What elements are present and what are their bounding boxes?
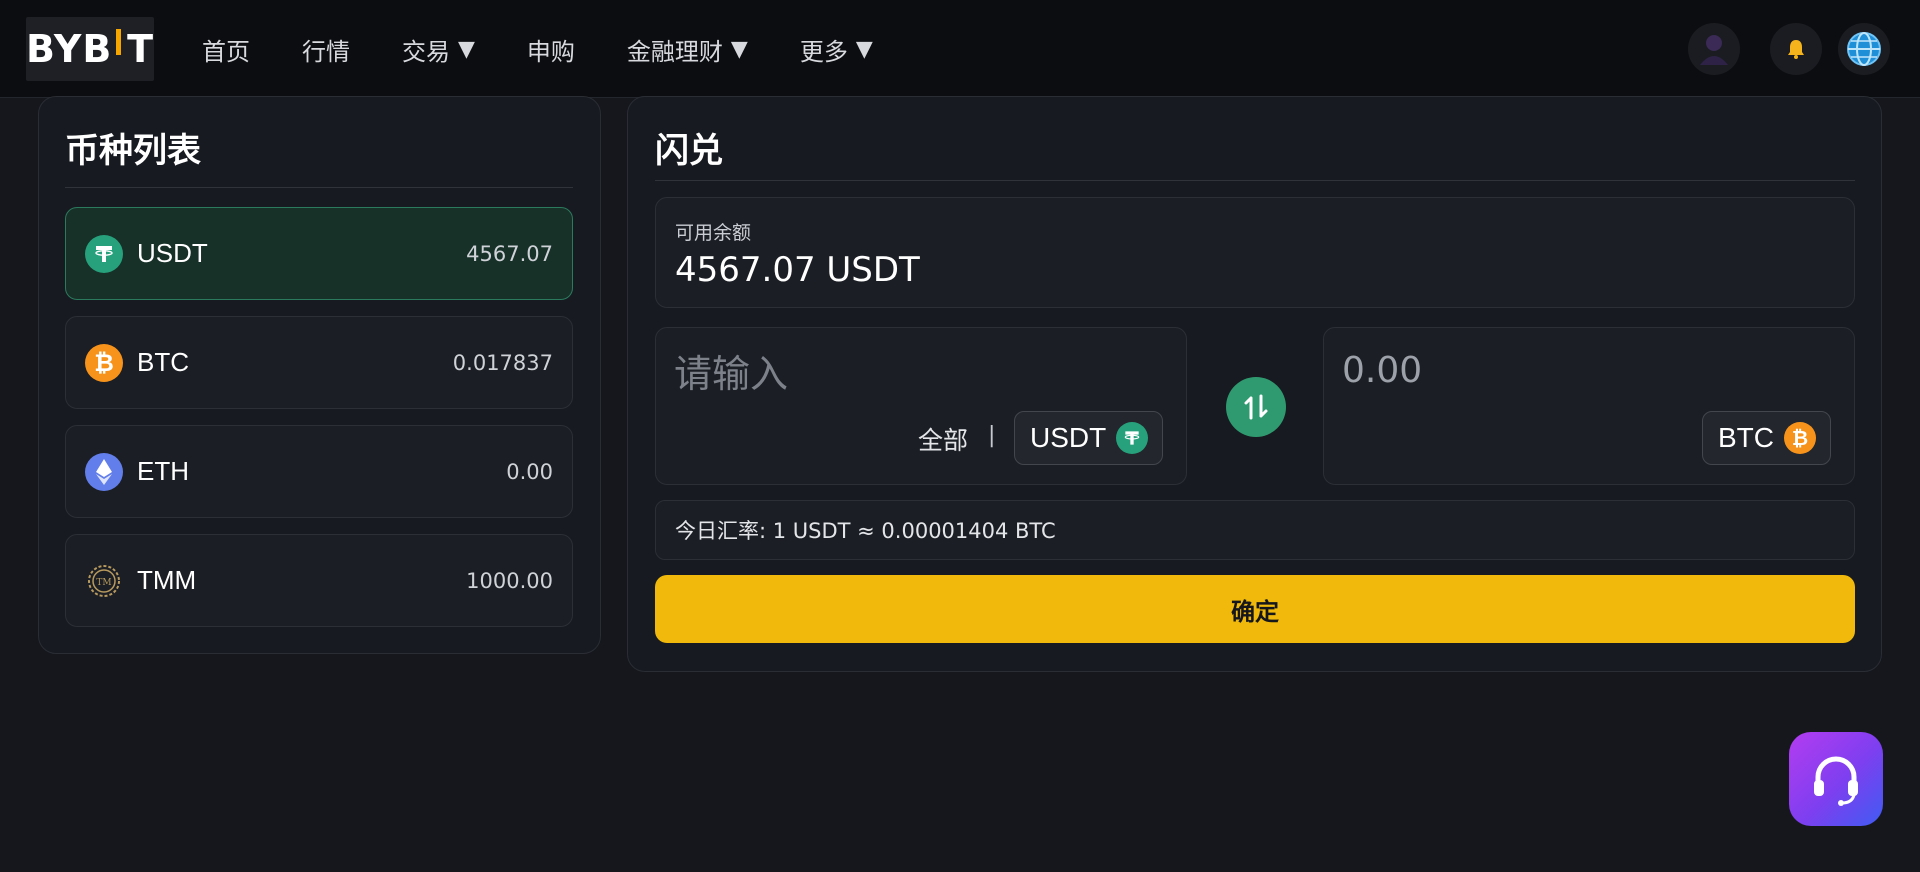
nav-home-label: 首页 bbox=[202, 37, 250, 66]
swap-direction-button[interactable] bbox=[1226, 377, 1286, 437]
swap-panel: 闪兑 可用余额 4567.07 USDT 全部 | USDT 0.00 BTC … bbox=[627, 96, 1882, 672]
nav-markets[interactable]: 行情 bbox=[302, 32, 350, 67]
swap-amount-input[interactable] bbox=[674, 350, 1154, 398]
coin-symbol: ETH bbox=[137, 456, 189, 486]
coin-row-tmm[interactable]: TM TMM 1000.00 bbox=[65, 534, 573, 627]
balance-value: 4567.07 USDT bbox=[675, 250, 920, 290]
coin-row-usdt[interactable]: USDT 4567.07 bbox=[65, 207, 573, 300]
bell-icon[interactable] bbox=[1770, 23, 1822, 75]
balance-label: 可用余额 bbox=[675, 222, 752, 244]
confirm-button[interactable]: 确定 bbox=[655, 575, 1855, 643]
coin-amount: 1000.00 bbox=[466, 568, 553, 593]
swap-to-box: 0.00 BTC ₿ bbox=[1323, 327, 1855, 485]
coin-row-eth[interactable]: ETH 0.00 bbox=[65, 425, 573, 518]
coin-list-title: 币种列表 bbox=[65, 131, 201, 171]
logo-text-left: BYB bbox=[26, 27, 113, 71]
divider bbox=[65, 187, 573, 188]
to-token-label: BTC bbox=[1718, 422, 1774, 453]
coin-symbol: USDT bbox=[137, 238, 208, 268]
coin-amount: 0.00 bbox=[506, 459, 553, 484]
swap-arrows-icon bbox=[1244, 394, 1268, 420]
separator: | bbox=[988, 423, 996, 448]
all-amount-button[interactable]: 全部 bbox=[918, 421, 968, 457]
usdt-icon bbox=[85, 235, 123, 273]
top-navbar: BYB T 首页 行情 交易 ▼ 申购 金融理财 ▼ 更多 ▼ bbox=[0, 0, 1920, 98]
nav-more[interactable]: 更多 ▼ bbox=[800, 32, 873, 67]
coin-symbol: BTC bbox=[137, 347, 189, 377]
swap-output-value: 0.00 bbox=[1342, 350, 1423, 391]
coin-amount: 4567.07 bbox=[466, 241, 553, 266]
nav-subscribe[interactable]: 申购 bbox=[527, 32, 575, 67]
caret-down-icon: ▼ bbox=[458, 36, 475, 62]
nav-trade-label: 交易 bbox=[402, 37, 450, 66]
globe-icon[interactable] bbox=[1838, 23, 1890, 75]
bybit-logo[interactable]: BYB T bbox=[26, 17, 154, 81]
btc-icon: ₿ bbox=[85, 344, 123, 382]
nav-more-label: 更多 bbox=[799, 37, 848, 66]
nav-subscribe-label: 申购 bbox=[526, 37, 575, 66]
nav-finance-label: 金融理财 bbox=[626, 37, 723, 66]
coin-symbol: TMM bbox=[137, 565, 197, 595]
divider bbox=[655, 180, 1855, 181]
coin-list-panel: 币种列表 USDT 4567.07 ₿ BTC 0.017837 ETH 0.0… bbox=[38, 96, 601, 654]
coin-amount: 0.017837 bbox=[452, 350, 553, 375]
tmm-icon: TM bbox=[85, 562, 123, 600]
swap-from-box: 全部 | USDT bbox=[655, 327, 1187, 485]
nav-trade[interactable]: 交易 ▼ bbox=[402, 32, 475, 67]
headset-icon bbox=[1814, 756, 1858, 806]
from-token-label: USDT bbox=[1030, 422, 1107, 453]
caret-down-icon: ▼ bbox=[855, 36, 873, 62]
eth-icon bbox=[85, 453, 123, 491]
from-token-selector[interactable]: USDT bbox=[1014, 411, 1164, 465]
btc-icon: ₿ bbox=[1784, 422, 1816, 454]
caret-down-icon: ▼ bbox=[730, 36, 748, 62]
logo-text-right: T bbox=[127, 27, 154, 71]
available-balance-box: 可用余额 4567.07 USDT bbox=[655, 197, 1855, 308]
main-nav: 首页 行情 交易 ▼ 申购 金融理财 ▼ 更多 ▼ bbox=[202, 0, 925, 98]
logo-accent-bar bbox=[116, 29, 122, 55]
exchange-rate-box: 今日汇率: 1 USDT ≈ 0.00001404 BTC bbox=[655, 500, 1855, 560]
nav-markets-label: 行情 bbox=[302, 37, 350, 66]
customer-support-button[interactable] bbox=[1789, 732, 1883, 826]
coin-row-btc[interactable]: ₿ BTC 0.017837 bbox=[65, 316, 573, 409]
nav-home[interactable]: 首页 bbox=[202, 32, 250, 67]
usdt-icon bbox=[1116, 422, 1149, 454]
avatar-icon[interactable] bbox=[1688, 23, 1740, 75]
exchange-rate-text: 今日汇率: 1 USDT ≈ 0.00001404 BTC bbox=[675, 519, 1056, 543]
to-token-selector[interactable]: BTC ₿ bbox=[1702, 411, 1831, 465]
svg-text:TM: TM bbox=[96, 578, 111, 588]
swap-title: 闪兑 bbox=[655, 131, 723, 171]
nav-finance[interactable]: 金融理财 ▼ bbox=[627, 32, 748, 67]
